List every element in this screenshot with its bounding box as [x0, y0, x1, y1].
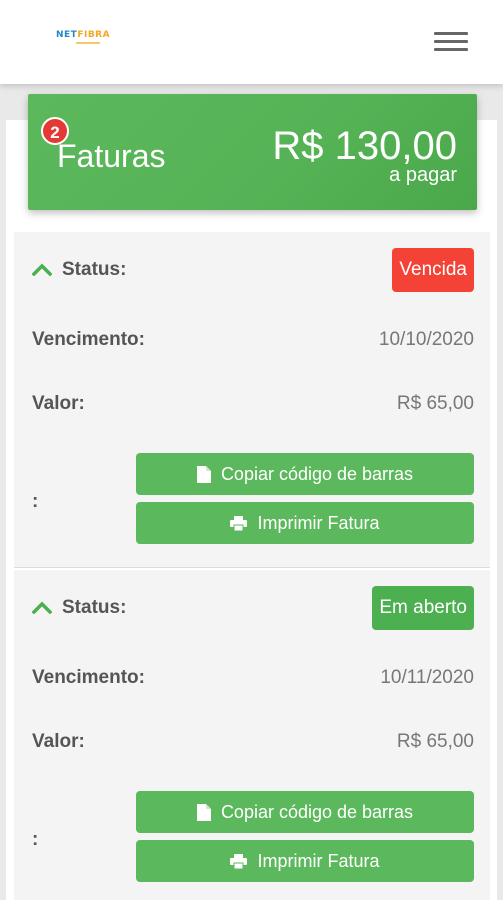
due-date-label: Vencimento:: [32, 667, 145, 688]
copy-barcode-label: Copiar código de barras: [220, 801, 414, 822]
amount-value: R$ 65,00: [396, 731, 474, 752]
brand-logo[interactable]: NETFIBRA: [56, 30, 110, 40]
invoice-card: Status: Vencida Vencimento: 10/10/2020 V…: [14, 232, 490, 568]
logo-text-part2: FIBRA: [77, 30, 111, 40]
copy-barcode-button[interactable]: Copiar código de barras: [136, 791, 474, 833]
total-amount: R$ 130,00: [272, 124, 457, 168]
logo-underline: [76, 42, 100, 44]
document-icon: [196, 465, 211, 483]
page-title: Faturas: [57, 138, 166, 174]
extra-label: :: [32, 491, 39, 512]
extra-label: :: [32, 829, 39, 850]
chevron-up-icon[interactable]: [32, 600, 52, 614]
print-invoice-label: Imprimir Fatura: [257, 512, 380, 533]
copy-barcode-button[interactable]: Copiar código de barras: [136, 453, 474, 495]
chevron-up-icon[interactable]: [32, 262, 52, 276]
printer-icon: [230, 853, 248, 869]
status-badge: Vencida: [392, 248, 474, 292]
due-date-label: Vencimento:: [32, 329, 145, 350]
total-caption: a pagar: [389, 164, 457, 186]
document-icon: [196, 803, 211, 821]
copy-barcode-label: Copiar código de barras: [220, 463, 414, 484]
printer-icon: [230, 515, 248, 531]
hamburger-menu-icon[interactable]: [434, 30, 470, 54]
due-date-value: 10/11/2020: [380, 667, 474, 688]
due-date-value: 10/10/2020: [378, 329, 474, 350]
print-invoice-button[interactable]: Imprimir Fatura: [136, 502, 474, 544]
amount-label: Valor:: [32, 393, 85, 414]
status-badge: Em aberto: [372, 586, 474, 630]
logo-text-part1: NET: [56, 30, 78, 40]
amount-value: R$ 65,00: [396, 393, 474, 414]
print-invoice-button[interactable]: Imprimir Fatura: [136, 840, 474, 882]
invoice-card: Status: Em aberto Vencimento: 10/11/2020…: [14, 570, 490, 900]
status-label: Status:: [62, 259, 127, 280]
invoices-summary-card: 2 Faturas R$ 130,00 a pagar: [28, 94, 477, 210]
print-invoice-label: Imprimir Fatura: [257, 850, 380, 871]
status-label: Status:: [62, 597, 127, 618]
top-app-bar: NETFIBRA: [0, 0, 503, 84]
amount-label: Valor:: [32, 731, 85, 752]
